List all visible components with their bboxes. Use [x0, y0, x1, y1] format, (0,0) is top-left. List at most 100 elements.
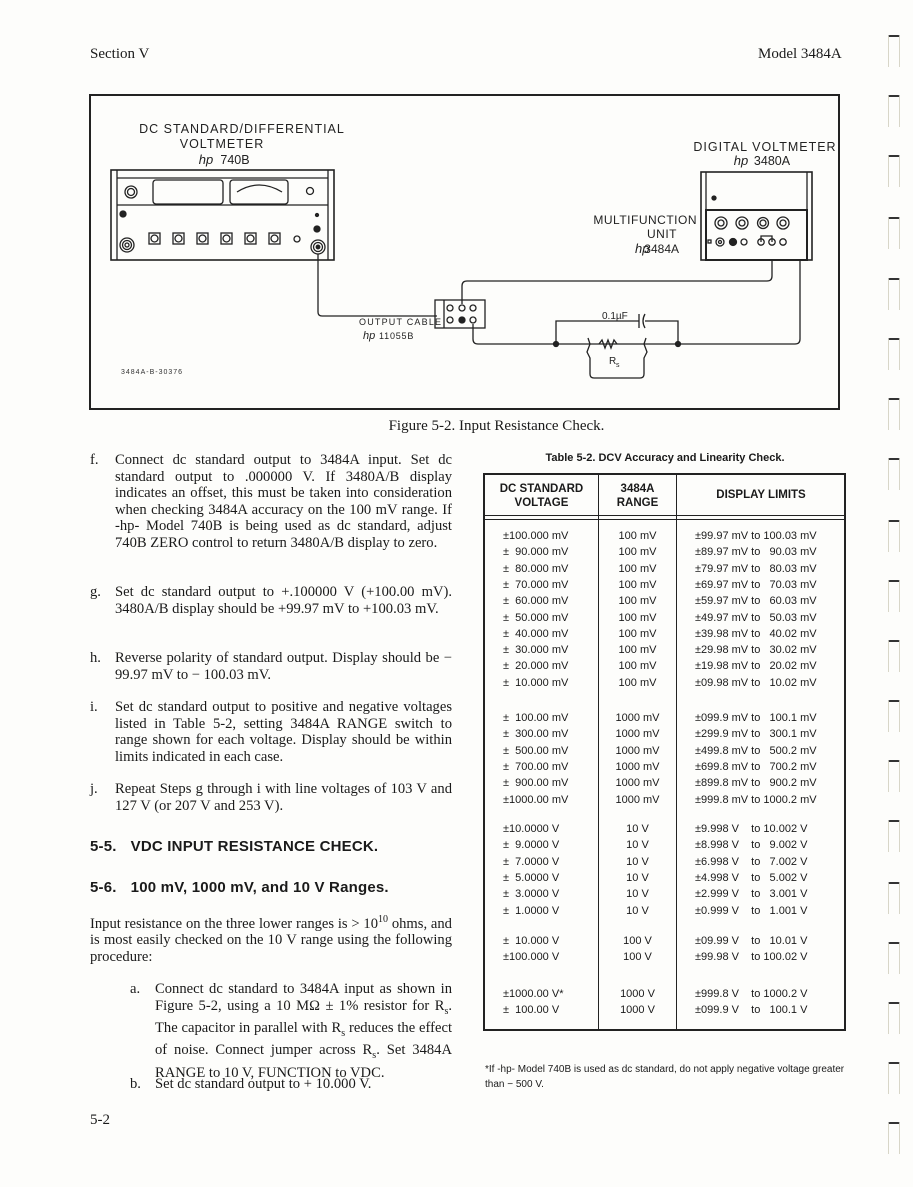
svg-text:740B: 740B: [220, 153, 249, 167]
cell-dc-standard-voltage: ± 900.00 mV: [503, 777, 569, 790]
cell-dc-standard-voltage: ± 70.000 mV: [503, 578, 569, 591]
cell-range: 100 mV: [618, 546, 657, 559]
cell-range: 100 mV: [618, 676, 657, 689]
svg-text:3484A: 3484A: [644, 242, 679, 256]
section-header: Section V: [90, 46, 150, 62]
cell-dc-standard-voltage: ± 90.000 mV: [503, 546, 569, 559]
cell-dc-standard-voltage: ± 7.0000 V: [503, 855, 560, 868]
cell-range: 100 V: [623, 935, 652, 947]
rc-network: [472, 261, 801, 379]
step-a: a. Connect dc standard to 3484A input as…: [130, 981, 453, 1081]
cell-range: 10 V: [626, 823, 649, 835]
cell-display-limits: ±4.998 V to 5.002 V: [695, 871, 808, 884]
dvm-instrument: [700, 171, 813, 261]
cell-display-limits: ±99.97 mV to 100.03 mV: [695, 530, 817, 542]
cell-range: 10 V: [626, 839, 649, 852]
cell-display-limits: ±699.8 mV to 700.2 mV: [695, 760, 817, 773]
rc-labels: 0.1µF R s: [602, 311, 628, 369]
cell-display-limits: ±499.8 mV to 500.2 mV: [695, 744, 817, 757]
step-i: i. Set dc standard output to positive and…: [90, 699, 452, 765]
cell-dc-standard-voltage: ±100.000 V: [503, 951, 560, 964]
cell-display-limits: ±59.97 mV to 60.03 mV: [695, 595, 817, 608]
cell-range: 10 V: [626, 888, 649, 901]
svg-text:UNIT: UNIT: [647, 227, 677, 241]
cell-range: 100 V: [623, 951, 652, 964]
cell-range: 100 mV: [618, 627, 657, 640]
dcv-accuracy-table: DC STANDARD VOLTAGE 3484A RANGE DISPLAY LI…: [483, 473, 846, 1031]
header-display-limits: DISPLAY LIMITS: [716, 489, 806, 501]
cell-dc-standard-voltage: ± 20.000 mV: [503, 660, 569, 673]
cell-range: 100 mV: [618, 611, 657, 624]
cell-dc-standard-voltage: ± 700.00 mV: [503, 760, 569, 773]
cell-display-limits: ±099.9 V to 100.1 V: [695, 1004, 808, 1017]
svg-text:hp: hp: [363, 330, 375, 342]
cell-display-limits: ±099.9 mV to 100.1 mV: [695, 712, 817, 724]
cell-display-limits: ±9.998 V to 10.002 V: [695, 823, 808, 835]
cell-dc-standard-voltage: ± 30.000 mV: [503, 644, 569, 657]
capacitor-label: 0.1µF: [602, 311, 628, 322]
cell-range: 10 V: [626, 904, 649, 917]
svg-text:11055B: 11055B: [379, 331, 414, 341]
cell-dc-standard-voltage: ± 100.00 V: [503, 1004, 560, 1017]
cell-range: 1000 mV: [615, 760, 660, 773]
step-f: f. Connect dc standard output to 3484A in…: [90, 452, 452, 551]
cell-display-limits: ±49.97 mV to 50.03 mV: [695, 611, 817, 624]
intro-paragraph: Input resistance on the three lower rang…: [90, 914, 452, 965]
dc-standard-label: DC STANDARD/DIFFERENTIAL VOLTMETER hp 74…: [139, 122, 345, 167]
page-number: 5-2: [90, 1112, 110, 1128]
svg-text:MULTIFUNCTION: MULTIFUNCTION: [593, 213, 697, 227]
step-g: g. Set dc standard output to +.100000 V (…: [90, 584, 452, 617]
cell-dc-standard-voltage: ± 60.000 mV: [503, 595, 569, 608]
step-j: j. Repeat Steps g through i with line vol…: [90, 781, 452, 814]
cell-range: 100 mV: [618, 578, 657, 591]
cell-range: 100 mV: [618, 595, 657, 608]
cell-range: 100 mV: [618, 644, 657, 657]
cell-dc-standard-voltage: ±100.000 mV: [503, 530, 569, 542]
header-dc-standard-voltage: DC STANDARD VOLTAGE: [499, 483, 584, 509]
svg-text:DC STANDARD/DIFFERENTIAL: DC STANDARD/DIFFERENTIAL: [139, 122, 345, 136]
section-5-6-heading: 5-6. 100 mV, 1000 mV, and 10 V Ranges.: [90, 879, 389, 896]
cell-display-limits: ±09.98 mV to 10.02 mV: [695, 676, 817, 689]
cell-range: 100 mV: [618, 660, 657, 673]
model-header: Model 3484A: [758, 46, 842, 62]
cell-range: 100 mV: [618, 562, 657, 575]
cell-display-limits: ±39.98 mV to 40.02 mV: [695, 627, 817, 640]
cell-dc-standard-voltage: ±1000.00 V*: [503, 988, 564, 1000]
mfu-label: MULTIFUNCTION UNIT hp 3484A: [593, 213, 697, 256]
cell-range: 1000 mV: [615, 728, 660, 741]
cell-display-limits: ±69.97 mV to 70.03 mV: [695, 578, 817, 591]
svg-text:OUTPUT CABLE: OUTPUT CABLE: [359, 317, 442, 327]
dvm-label: DIGITAL VOLTMETER hp 3480A: [693, 140, 836, 168]
wire-to-dvm-lo: [461, 261, 773, 304]
cell-range: 1000 V: [620, 988, 655, 1000]
cell-display-limits: ±299.9 mV to 300.1 mV: [695, 728, 817, 741]
cell-range: 1000 mV: [615, 793, 660, 806]
table-title: Table 5-2. DCV Accuracy and Linearity Ch…: [545, 452, 785, 464]
section-5-5-heading: 5-5. VDC INPUT RESISTANCE CHECK.: [90, 838, 379, 855]
cell-display-limits: ±6.998 V to 7.002 V: [695, 855, 808, 868]
svg-text:DIGITAL VOLTMETER: DIGITAL VOLTMETER: [693, 140, 836, 154]
cell-range: 10 V: [626, 855, 649, 868]
cell-range: 1000 V: [620, 1004, 655, 1017]
cell-dc-standard-voltage: ±10.0000 V: [503, 823, 560, 835]
svg-text:hp: hp: [734, 153, 748, 168]
cell-dc-standard-voltage: ± 10.000 V: [503, 935, 560, 947]
cell-display-limits: ±29.98 mV to 30.02 mV: [695, 644, 817, 657]
table-footnote: *If -hp- Model 740B is used as dc standa…: [485, 1064, 845, 1090]
drawing-number: 3484A-B-30376: [121, 369, 183, 376]
cell-display-limits: ±899.8 mV to 900.2 mV: [695, 777, 817, 790]
svg-text:VOLTMETER: VOLTMETER: [180, 137, 264, 151]
cell-range: 10 V: [626, 871, 649, 884]
cell-dc-standard-voltage: ± 80.000 mV: [503, 562, 569, 575]
cell-dc-standard-voltage: ± 40.000 mV: [503, 627, 569, 640]
wire-dc-standard: [317, 254, 437, 317]
figure-caption: Figure 5-2. Input Resistance Check.: [388, 418, 605, 434]
cell-display-limits: ±99.98 V to 100.02 V: [695, 951, 808, 964]
cell-display-limits: ±999.8 mV to 1000.2 mV: [695, 793, 817, 806]
cell-dc-standard-voltage: ± 10.000 mV: [503, 676, 569, 689]
cell-display-limits: ±79.97 mV to 80.03 mV: [695, 562, 817, 575]
output-cable-connector: [434, 299, 486, 329]
cell-display-limits: ±89.97 mV to 90.03 mV: [695, 546, 817, 559]
dc-standard-instrument: [110, 169, 335, 261]
svg-text:3480A: 3480A: [754, 154, 791, 168]
